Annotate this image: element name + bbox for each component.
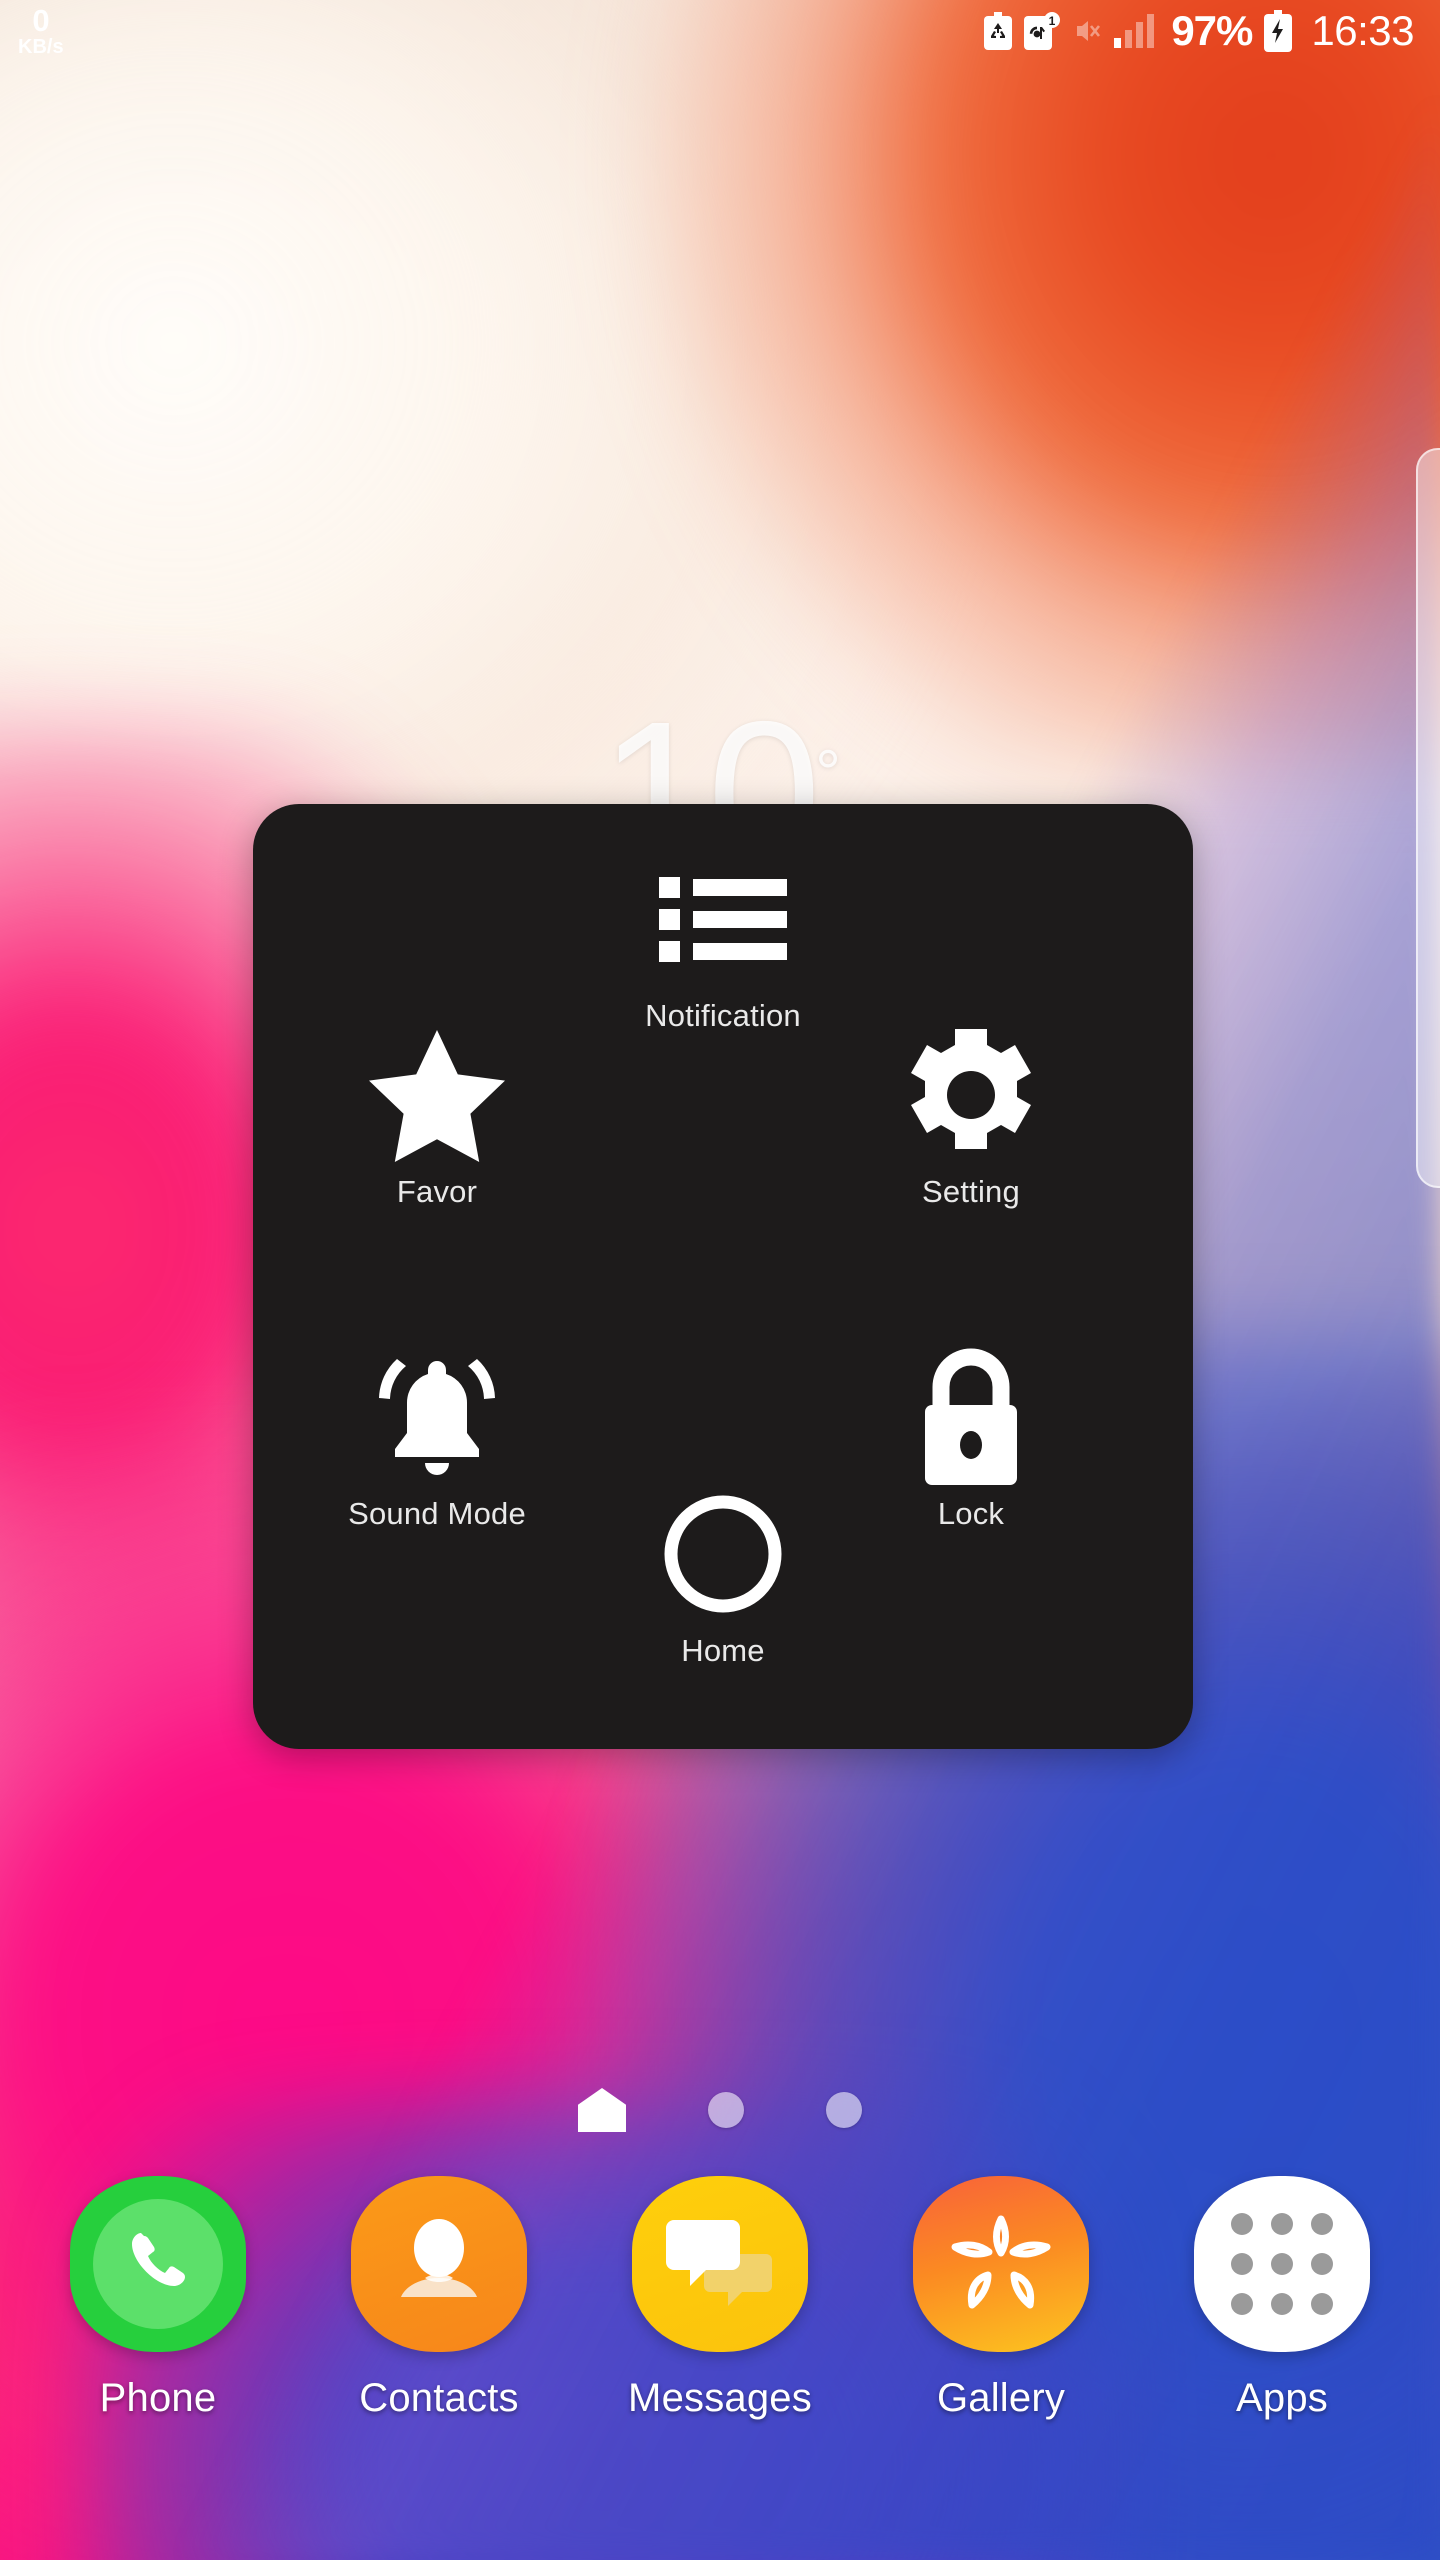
phone-handset-icon xyxy=(70,2176,246,2352)
grid-dots-icon xyxy=(1194,2176,1370,2352)
panel-label-lock: Lock xyxy=(937,1496,1005,1531)
status-bar-icons: 1 97% 16:33 xyxy=(983,7,1414,55)
status-bar-clock: 16:33 xyxy=(1311,7,1414,54)
panel-item-favor[interactable]: Favor xyxy=(287,1030,587,1210)
dock: Phone Contacts Messages Gallery Apps xyxy=(0,2176,1440,2421)
panel-label-home: Home xyxy=(681,1633,765,1668)
list-icon xyxy=(659,854,787,984)
network-speed-unit: KB/s xyxy=(18,36,64,58)
network-speed-value: 0 xyxy=(32,3,50,38)
assistive-touch-panel[interactable]: Notification Favor Setting Sound Mode Lo… xyxy=(253,804,1193,1749)
dock-app-contacts[interactable]: Contacts xyxy=(325,2176,553,2421)
app-notification-badge-icon: 1 xyxy=(1024,12,1061,50)
signal-bars-icon xyxy=(1114,14,1155,48)
dock-app-messages[interactable]: Messages xyxy=(606,2176,834,2421)
panel-label-notification: Notification xyxy=(645,998,801,1033)
flower-icon xyxy=(913,2176,1089,2352)
power-saving-icon xyxy=(984,12,1013,50)
circle-icon xyxy=(661,1489,785,1619)
dock-app-apps[interactable]: Apps xyxy=(1168,2176,1396,2421)
panel-label-sound-mode: Sound Mode xyxy=(348,1496,526,1531)
panel-item-home[interactable]: Home xyxy=(573,1489,873,1669)
sound-muted-icon xyxy=(1077,21,1101,41)
network-speed-indicator: 0 KB/s xyxy=(18,5,64,57)
bell-icon xyxy=(367,1352,507,1482)
panel-item-notification[interactable]: Notification xyxy=(573,854,873,1034)
dock-app-gallery[interactable]: Gallery xyxy=(887,2176,1115,2421)
person-icon xyxy=(351,2176,527,2352)
battery-charging-icon xyxy=(1264,10,1293,52)
gear-icon xyxy=(903,1029,1039,1160)
page-indicator-dot-3[interactable] xyxy=(826,2092,862,2128)
svg-text:1: 1 xyxy=(1049,14,1056,28)
dock-app-phone[interactable]: Phone xyxy=(44,2176,272,2421)
dock-label-apps: Apps xyxy=(1236,2376,1328,2420)
page-indicator-dot-2[interactable] xyxy=(708,2092,744,2128)
panel-item-setting[interactable]: Setting xyxy=(821,1029,1121,1210)
battery-percent-label: 97% xyxy=(1171,7,1253,54)
dock-label-gallery: Gallery xyxy=(936,2376,1066,2420)
speech-bubbles-icon xyxy=(632,2176,808,2352)
panel-label-setting: Setting xyxy=(922,1174,1020,1209)
panel-item-sound-mode[interactable]: Sound Mode xyxy=(287,1352,587,1532)
panel-label-favor: Favor xyxy=(396,1174,478,1209)
dock-label-phone: Phone xyxy=(99,2376,217,2420)
page-indicator xyxy=(0,2088,1440,2132)
home-screen: 10° Ukholovo Updated 6/13 12:05 0 KB/s xyxy=(0,0,1440,2560)
dock-label-messages: Messages xyxy=(628,2376,812,2420)
status-bar: 0 KB/s 1 97% 16:33 xyxy=(0,0,1440,62)
page-indicator-home[interactable] xyxy=(578,2088,626,2132)
lock-icon xyxy=(911,1348,1031,1485)
star-icon xyxy=(367,1030,507,1162)
dock-label-contacts: Contacts xyxy=(359,2376,519,2420)
edge-panel-handle[interactable] xyxy=(1416,448,1440,1188)
